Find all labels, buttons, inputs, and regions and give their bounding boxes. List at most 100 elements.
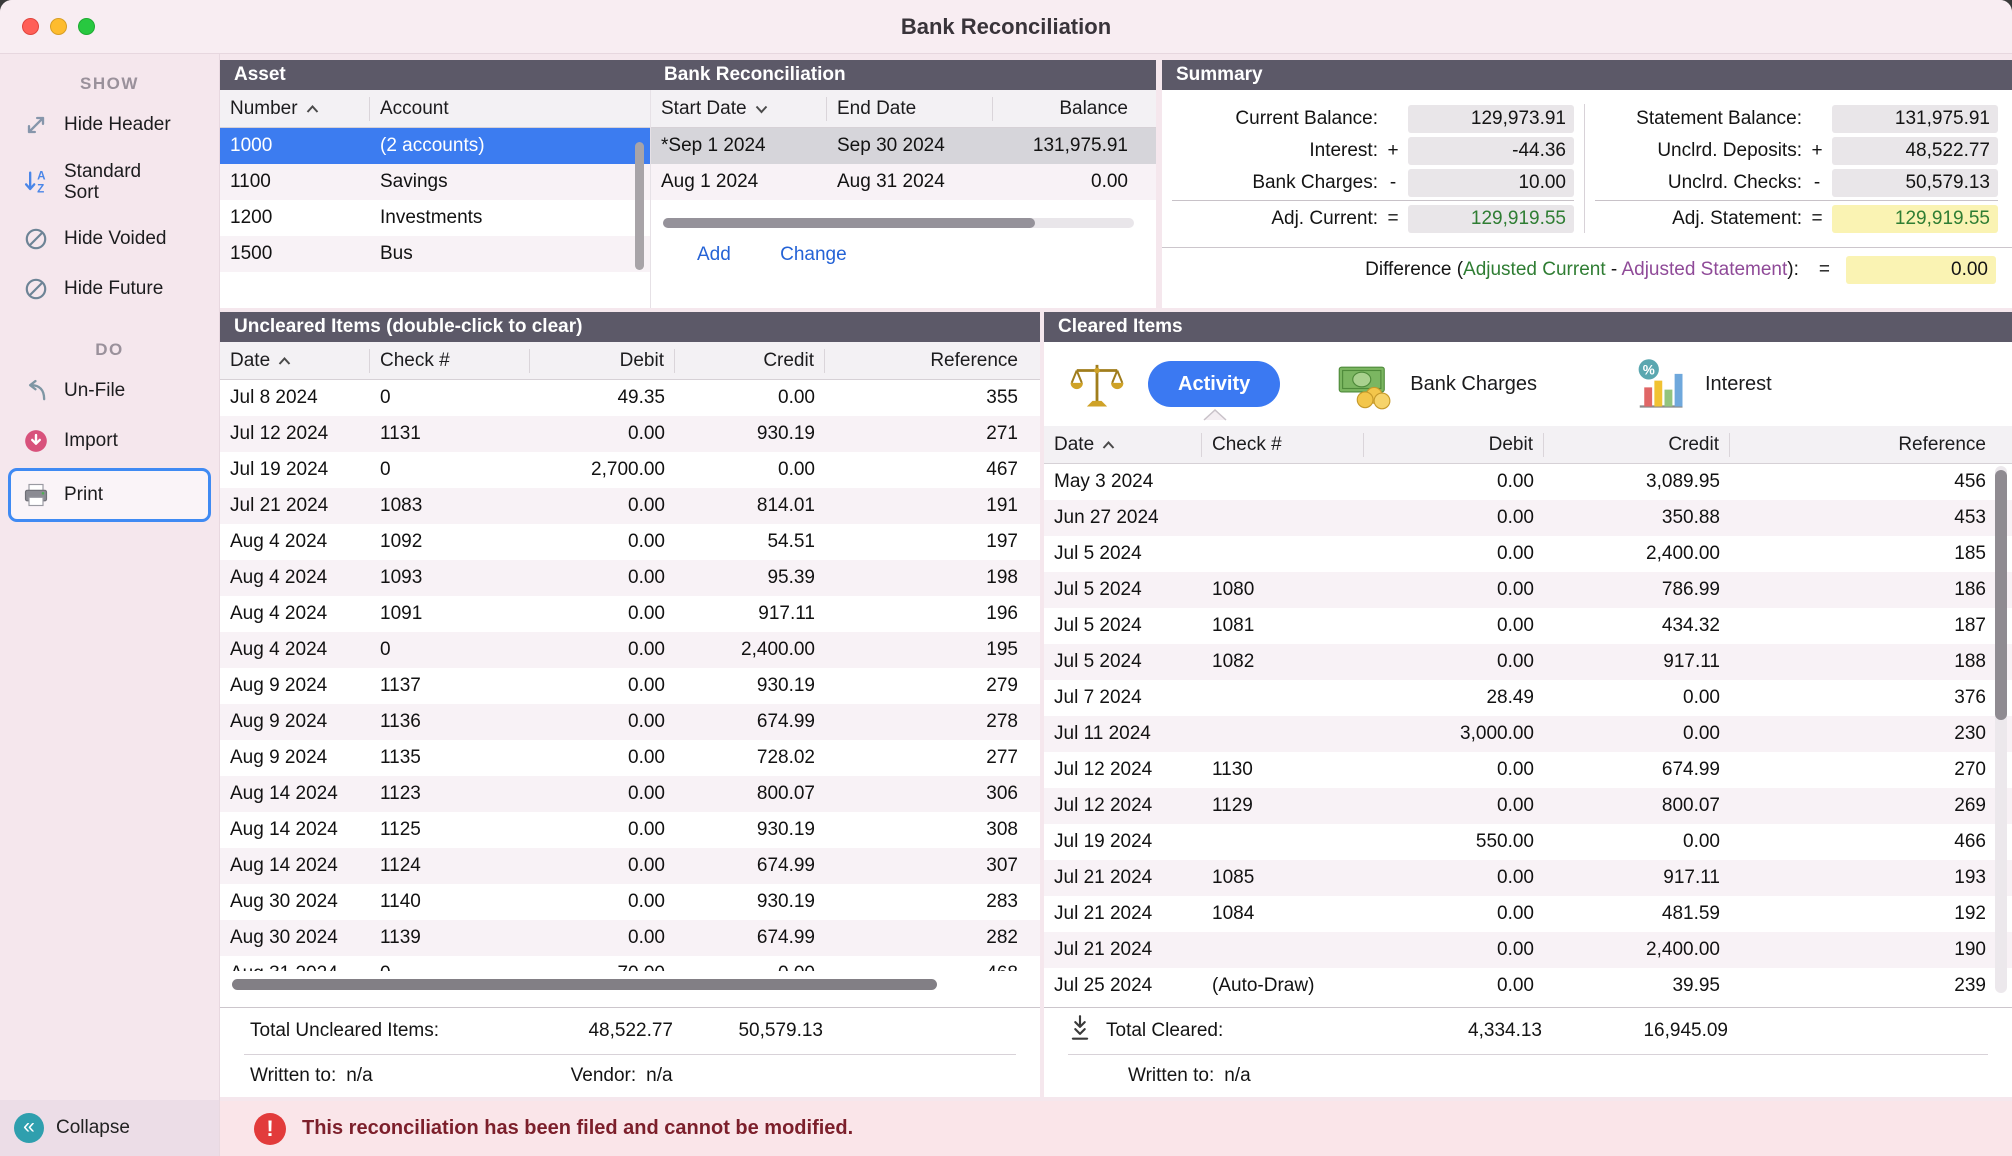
sidebar-item-unfile[interactable]: Un-File: [0, 366, 219, 416]
check-cell: 1080: [1202, 579, 1364, 601]
check-cell: 1083: [370, 495, 530, 517]
cleared-row[interactable]: Jul 25 2024 (Auto-Draw) 0.00 39.95 239: [1044, 968, 2012, 1004]
uncleared-row[interactable]: Jul 12 2024 1131 0.00 930.19 271: [220, 416, 1040, 452]
reconciliation-row[interactable]: *Sep 1 2024 Sep 30 2024 131,975.91: [651, 128, 1156, 164]
asset-account-cell: Investments: [370, 207, 650, 229]
asset-row[interactable]: [220, 272, 650, 308]
uncleared-row[interactable]: Aug 4 2024 1091 0.00 917.11 196: [220, 596, 1040, 632]
future-circle-slash-icon: [20, 276, 52, 302]
column-header-end-date[interactable]: End Date: [827, 97, 993, 121]
sidebar-item-print[interactable]: Print: [8, 468, 211, 522]
uncleared-row[interactable]: Aug 9 2024 1137 0.00 930.19 279: [220, 668, 1040, 704]
column-label: Reference: [930, 350, 1018, 372]
tab-activity[interactable]: Activity: [1148, 361, 1280, 407]
asset-row[interactable]: 1100 Savings: [220, 164, 650, 200]
cleared-row[interactable]: Jul 21 2024 0.00 2,400.00 190: [1044, 932, 2012, 968]
uncleared-row[interactable]: Aug 14 2024 1124 0.00 674.99 307: [220, 848, 1040, 884]
column-header-start-date[interactable]: Start Date: [651, 97, 827, 121]
debit-cell: 0.00: [530, 639, 675, 661]
column-header-account[interactable]: Account: [370, 97, 650, 121]
cleared-row[interactable]: Jul 12 2024 1129 0.00 800.07 269: [1044, 788, 2012, 824]
zoom-button[interactable]: [78, 18, 95, 35]
date-cell: Jul 12 2024: [1044, 795, 1202, 817]
asset-vertical-scrollbar[interactable]: [635, 142, 644, 270]
column-header-number[interactable]: Number: [220, 97, 370, 121]
uncleared-row[interactable]: Aug 4 2024 0 0.00 2,400.00 195: [220, 632, 1040, 668]
uncleared-row[interactable]: Jul 21 2024 1083 0.00 814.01 191: [220, 488, 1040, 524]
cleared-row[interactable]: Jul 21 2024 1084 0.00 481.59 192: [1044, 896, 2012, 932]
title-bar: Bank Reconciliation: [0, 0, 2012, 54]
uncleared-row[interactable]: Aug 14 2024 1125 0.00 930.19 308: [220, 812, 1040, 848]
add-link[interactable]: Add: [697, 244, 731, 266]
close-button[interactable]: [22, 18, 39, 35]
uncleared-horizontal-scrollbar[interactable]: [232, 979, 937, 990]
column-header-check[interactable]: Check #: [370, 349, 530, 373]
cleared-row[interactable]: Jul 7 2024 28.49 0.00 376: [1044, 680, 2012, 716]
cleared-vertical-scrollbar-thumb[interactable]: [1995, 470, 2007, 720]
uncleared-table-header: Date Check # Debit Credit: [220, 342, 1040, 380]
debit-cell: 49.35: [530, 387, 675, 409]
start-date-cell: Aug 1 2024: [651, 171, 827, 193]
cleared-row[interactable]: Jul 19 2024 550.00 0.00 466: [1044, 824, 2012, 860]
uncleared-row[interactable]: Aug 31 2024 0 70.00 0.00 468: [220, 956, 1040, 971]
cleared-row[interactable]: Jul 5 2024 1081 0.00 434.32 187: [1044, 608, 2012, 644]
asset-row[interactable]: 1500 Bus: [220, 236, 650, 272]
reference-cell: 306: [825, 783, 1040, 805]
cleared-row[interactable]: Jul 5 2024 0.00 2,400.00 185: [1044, 536, 2012, 572]
asset-row[interactable]: 1200 Investments: [220, 200, 650, 236]
tab-interest[interactable]: Interest: [1705, 373, 1772, 396]
printer-icon: [20, 481, 52, 509]
uncleared-row[interactable]: Aug 4 2024 1092 0.00 54.51 197: [220, 524, 1040, 560]
column-header-date[interactable]: Date: [1044, 433, 1202, 457]
column-header-balance[interactable]: Balance: [993, 97, 1156, 121]
sidebar-item-hide-voided[interactable]: Hide Voided: [0, 214, 219, 264]
cleared-row[interactable]: May 3 2024 0.00 3,089.95 456: [1044, 464, 2012, 500]
window-controls: [22, 18, 95, 35]
date-cell: Jul 21 2024: [1044, 939, 1202, 961]
column-header-reference[interactable]: Reference: [1730, 433, 2012, 457]
column-header-check[interactable]: Check #: [1202, 433, 1364, 457]
uncleared-row[interactable]: Aug 9 2024 1135 0.00 728.02 277: [220, 740, 1040, 776]
reference-cell: 193: [1730, 867, 2012, 889]
column-header-debit[interactable]: Debit: [1364, 433, 1544, 457]
sidebar-item-hide-header[interactable]: Hide Header: [0, 100, 219, 150]
credit-cell: 786.99: [1544, 579, 1730, 601]
summary-label: Unclrd. Deposits:: [1595, 140, 1802, 162]
asset-account-cell: Savings: [370, 171, 650, 193]
change-link[interactable]: Change: [780, 244, 847, 266]
asset-row[interactable]: 1000 (2 accounts): [220, 128, 650, 164]
column-header-credit[interactable]: Credit: [1544, 433, 1730, 457]
cleared-row[interactable]: Jun 27 2024 0.00 350.88 453: [1044, 500, 2012, 536]
sidebar-item-label: Hide Header: [64, 114, 171, 135]
uncleared-row[interactable]: Aug 30 2024 1140 0.00 930.19 283: [220, 884, 1040, 920]
scrollbar-thumb[interactable]: [663, 218, 1035, 228]
written-to-value: n/a: [346, 1065, 372, 1087]
reference-cell: 269: [1730, 795, 2012, 817]
column-header-credit[interactable]: Credit: [675, 349, 825, 373]
sidebar-item-import[interactable]: Import: [0, 416, 219, 466]
uncleared-row[interactable]: Aug 9 2024 1136 0.00 674.99 278: [220, 704, 1040, 740]
collapse-button[interactable]: « Collapse: [0, 1100, 219, 1156]
uncleared-row[interactable]: Jul 8 2024 0 49.35 0.00 355: [220, 380, 1040, 416]
column-header-reference[interactable]: Reference: [825, 349, 1040, 373]
credit-cell: 930.19: [675, 819, 825, 841]
uncleared-row[interactable]: Aug 14 2024 1123 0.00 800.07 306: [220, 776, 1040, 812]
tab-bank-charges[interactable]: Bank Charges: [1410, 373, 1537, 396]
column-header-date[interactable]: Date: [220, 349, 370, 373]
cleared-row[interactable]: Jul 21 2024 1085 0.00 917.11 193: [1044, 860, 2012, 896]
minimize-button[interactable]: [50, 18, 67, 35]
column-header-debit[interactable]: Debit: [530, 349, 675, 373]
cleared-row[interactable]: Jul 11 2024 3,000.00 0.00 230: [1044, 716, 2012, 752]
uncleared-row[interactable]: Aug 4 2024 1093 0.00 95.39 198: [220, 560, 1040, 596]
bankrec-horizontal-scrollbar[interactable]: [663, 218, 1134, 228]
cleared-row[interactable]: Jul 12 2024 1130 0.00 674.99 270: [1044, 752, 2012, 788]
reconciliation-row[interactable]: Aug 1 2024 Aug 31 2024 0.00: [651, 164, 1156, 200]
uncleared-row[interactable]: Aug 30 2024 1139 0.00 674.99 282: [220, 920, 1040, 956]
difference-row: Difference (Adjusted Current - Adjusted …: [1162, 247, 2012, 284]
sidebar-item-hide-future[interactable]: Hide Future: [0, 264, 219, 314]
sidebar-item-standard-sort[interactable]: A Z Standard Sort: [0, 150, 219, 214]
cleared-row[interactable]: Jul 5 2024 1082 0.00 917.11 188: [1044, 644, 2012, 680]
cleared-row[interactable]: Jul 5 2024 1080 0.00 786.99 186: [1044, 572, 2012, 608]
debit-cell: 550.00: [1364, 831, 1544, 853]
uncleared-row[interactable]: Jul 19 2024 0 2,700.00 0.00 467: [220, 452, 1040, 488]
